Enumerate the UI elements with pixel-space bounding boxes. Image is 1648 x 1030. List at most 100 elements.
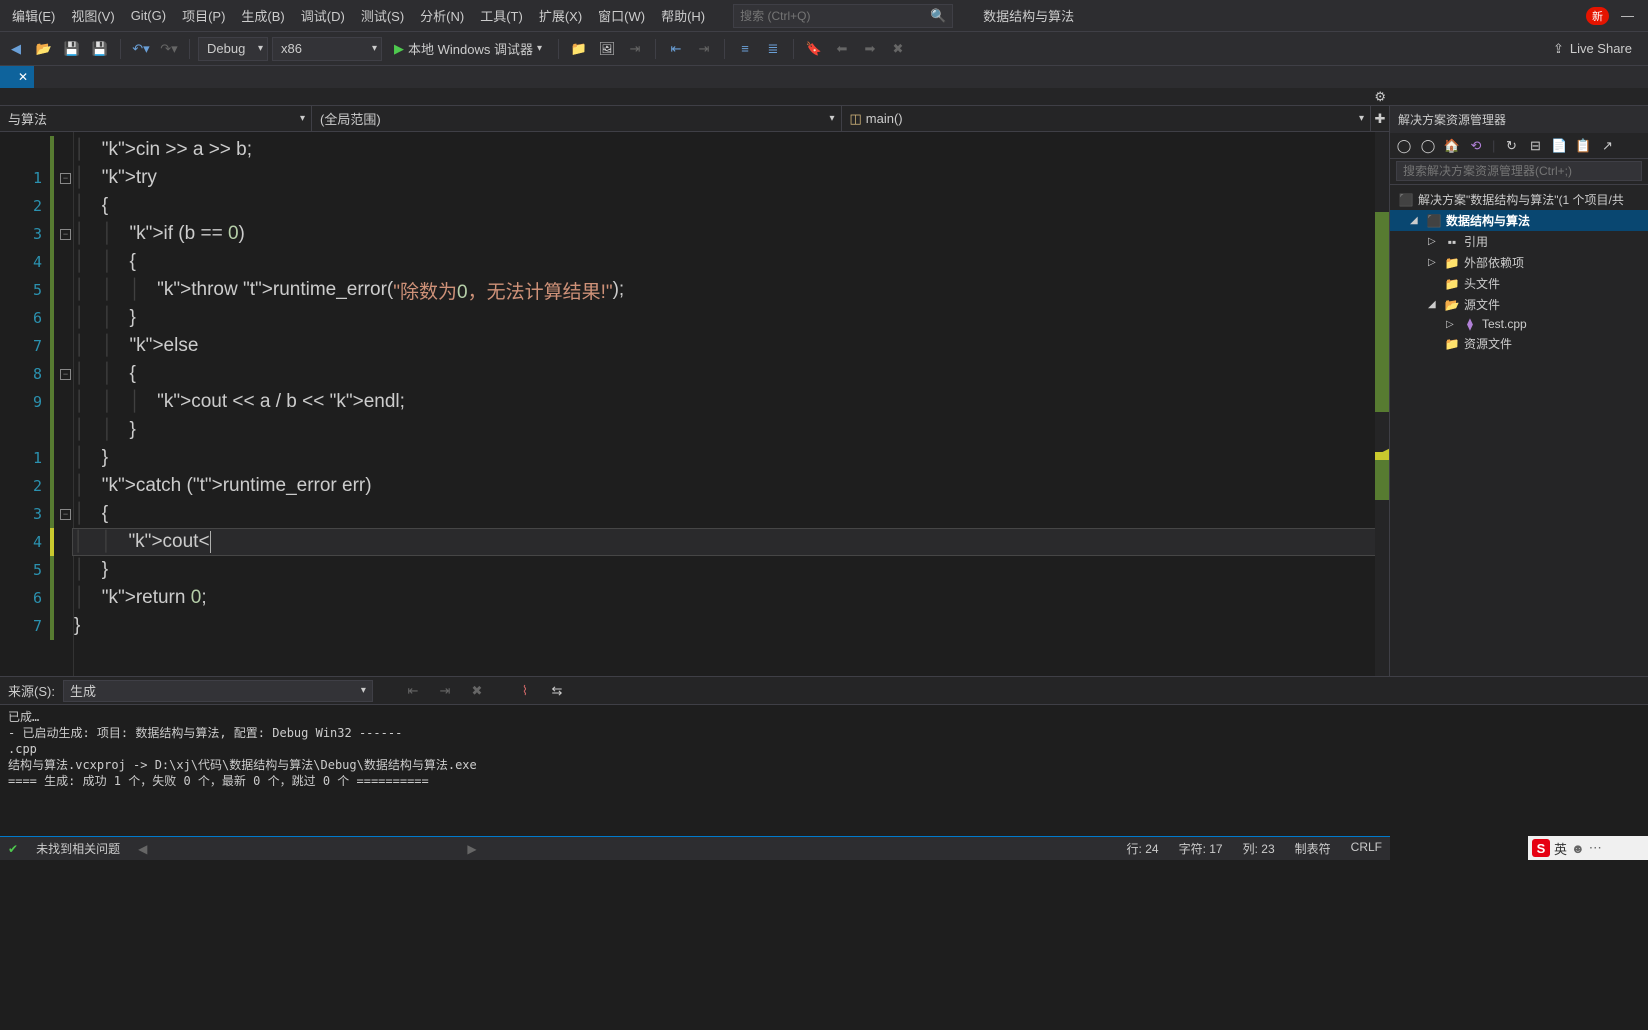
scroll-right-icon[interactable]: ▶ [467, 842, 476, 856]
prev-message-icon[interactable]: ⇤ [401, 679, 425, 703]
collapse-icon[interactable]: ⊟ [1527, 138, 1543, 154]
toggle-icon[interactable]: ⇆ [545, 679, 569, 703]
uncomment-icon[interactable]: ≣ [761, 37, 785, 61]
scroll-left-icon[interactable]: ◀ [138, 842, 147, 856]
fold-toggle[interactable]: − [60, 509, 71, 520]
status-char[interactable]: 字符: 17 [1179, 840, 1223, 857]
menu-debug[interactable]: 调试(D) [293, 2, 353, 29]
notification-badge[interactable]: 新 [1586, 7, 1609, 25]
tree-headers[interactable]: 📁 头文件 [1390, 273, 1648, 294]
status-issues[interactable]: 未找到相关问题 [36, 840, 120, 857]
back-icon[interactable]: ◀ [4, 37, 28, 61]
chevron-right-icon[interactable]: ▷ [1428, 257, 1440, 268]
menu-build[interactable]: 生成(B) [233, 2, 292, 29]
start-debug-button[interactable]: ▶ 本地 Windows 调试器 ▾ [386, 37, 550, 61]
gear-icon[interactable]: ⚙ [1374, 89, 1386, 105]
tree-resources[interactable]: 📁 资源文件 [1390, 333, 1648, 354]
show-all-icon[interactable]: 📄 [1551, 138, 1567, 154]
solution-search[interactable] [1390, 159, 1648, 185]
redo-icon[interactable]: ↷▾ [157, 37, 181, 61]
next-bookmark-icon[interactable]: ➡ [858, 37, 882, 61]
menu-tools[interactable]: 工具(T) [472, 2, 531, 29]
indent-icon[interactable]: ⇤ [664, 37, 688, 61]
prev-bookmark-icon[interactable]: ⬅ [830, 37, 854, 61]
wrap-icon[interactable]: ⌇ [513, 679, 537, 703]
solution-search-input[interactable] [1396, 161, 1642, 181]
home-icon[interactable]: 🏠 [1444, 138, 1460, 154]
menu-test[interactable]: 测试(S) [353, 2, 412, 29]
bookmark-icon[interactable]: 🔖 [802, 37, 826, 61]
menu-extensions[interactable]: 扩展(X) [531, 2, 590, 29]
tree-solution-root[interactable]: ⬛ 解决方案"数据结构与算法"(1 个项目/共 [1390, 189, 1648, 210]
tree-project[interactable]: ◢ ⬛ 数据结构与算法 [1390, 210, 1648, 231]
save-all-icon[interactable]: 💾 [88, 37, 112, 61]
menu-git[interactable]: Git(G) [123, 4, 174, 27]
clear-bookmark-icon[interactable]: ✖ [886, 37, 910, 61]
code-editor[interactable]: 1234567891234567 − − − − │ "k">cin >> a … [0, 132, 1389, 676]
minimize-icon[interactable]: — [1621, 8, 1634, 23]
chevron-right-icon[interactable]: ▷ [1428, 236, 1440, 247]
preview-icon[interactable]: ↗ [1599, 138, 1615, 154]
fold-toggle[interactable]: − [60, 369, 71, 380]
solution-explorer-title: 解决方案资源管理器 [1390, 106, 1648, 133]
search-input[interactable] [740, 9, 930, 23]
properties-icon[interactable]: 📋 [1575, 138, 1591, 154]
menu-window[interactable]: 窗口(W) [590, 2, 653, 29]
status-line[interactable]: 行: 24 [1127, 840, 1159, 857]
tree-references[interactable]: ▷ ▪▪ 引用 [1390, 231, 1648, 252]
tree-sources[interactable]: ◢ 📂 源文件 [1390, 294, 1648, 315]
document-tab[interactable]: ✕ [0, 66, 34, 88]
chevron-down-icon[interactable]: ◢ [1428, 299, 1440, 310]
nav-scope-dropdown[interactable]: (全局范围) [312, 106, 842, 131]
menu-analyze[interactable]: 分析(N) [412, 2, 472, 29]
navigation-bar: 与算法 (全局范围) ◫main() ✚ [0, 106, 1389, 132]
live-share-button[interactable]: ⇪ Live Share [1553, 41, 1644, 57]
status-crlf[interactable]: CRLF [1351, 840, 1382, 857]
code-content[interactable]: │ "k">cin >> a >> b;│ "k">try│ {│ │ "k">… [74, 132, 1389, 676]
status-col[interactable]: 列: 23 [1243, 840, 1275, 857]
ime-lang[interactable]: 英 [1554, 839, 1567, 858]
status-tabs[interactable]: 制表符 [1295, 840, 1331, 857]
close-icon[interactable]: ✕ [18, 70, 28, 84]
search-icon: 🔍 [930, 8, 946, 24]
save-icon[interactable]: 💾 [60, 37, 84, 61]
menu-edit[interactable]: 编辑(E) [4, 2, 63, 29]
next-message-icon[interactable]: ⇥ [433, 679, 457, 703]
clear-icon[interactable]: ✖ [465, 679, 489, 703]
undo-icon[interactable]: ↶▾ [129, 37, 153, 61]
project-icon: ⬛ [1426, 214, 1442, 228]
nav-function-dropdown[interactable]: ◫main() [842, 106, 1372, 131]
menu-view[interactable]: 视图(V) [63, 2, 122, 29]
tree-external[interactable]: ▷ 📁 外部依赖项 [1390, 252, 1648, 273]
solution-tree: ⬛ 解决方案"数据结构与算法"(1 个项目/共 ◢ ⬛ 数据结构与算法 ▷ ▪▪… [1390, 185, 1648, 676]
config-dropdown[interactable]: Debug [198, 37, 268, 61]
split-icon[interactable]: ✚ [1371, 106, 1389, 131]
ime-more-icon[interactable]: ⋯ [1589, 840, 1602, 856]
menu-project[interactable]: 项目(P) [174, 2, 233, 29]
fold-toggle[interactable]: − [60, 173, 71, 184]
refresh-icon[interactable]: ↻ [1503, 138, 1519, 154]
output-source-dropdown[interactable]: 生成 [63, 680, 373, 702]
new-folder-icon[interactable]: 📁 [567, 37, 591, 61]
chevron-right-icon[interactable]: ▷ [1446, 319, 1458, 330]
tree-test-cpp[interactable]: ▷ ⧫ Test.cpp [1390, 315, 1648, 333]
forward-icon[interactable]: ◯ [1420, 138, 1436, 154]
chevron-down-icon[interactable]: ◢ [1410, 215, 1422, 226]
quick-search[interactable]: 🔍 [733, 4, 953, 28]
play-icon: ▶ [394, 41, 404, 57]
nav-project-dropdown[interactable]: 与算法 [0, 106, 312, 131]
scroll-overview[interactable]: ◀ [1375, 132, 1389, 676]
outdent-icon[interactable]: ⇥ [692, 37, 716, 61]
ime-face-icon[interactable]: ☻ [1571, 841, 1585, 856]
comment-icon[interactable]: ≡ [733, 37, 757, 61]
image-icon[interactable]: 🖼 [595, 37, 619, 61]
platform-dropdown[interactable]: x86 [272, 37, 382, 61]
sync-icon[interactable]: ⟲ [1468, 138, 1484, 154]
step-icon[interactable]: ⇥ [623, 37, 647, 61]
back-icon[interactable]: ◯ [1396, 138, 1412, 154]
solution-icon: ⬛ [1398, 193, 1414, 207]
ime-toolbar[interactable]: S 英 ☻ ⋯ [1528, 836, 1648, 860]
fold-toggle[interactable]: − [60, 229, 71, 240]
menu-help[interactable]: 帮助(H) [653, 2, 713, 29]
open-icon[interactable]: 📂 [32, 37, 56, 61]
